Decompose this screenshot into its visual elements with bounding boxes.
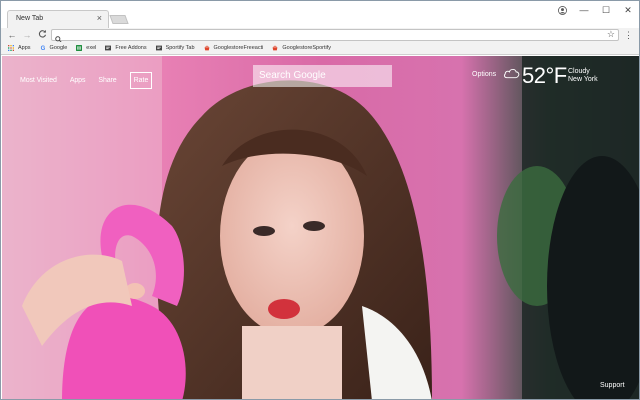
tab-new-tab[interactable]: New Tab × [7, 10, 109, 29]
bookmark-label: Sportify Tab [165, 45, 195, 51]
bookmarks-bar: Apps G Google exel Free Addons Sportify … [1, 42, 639, 55]
weather-location: New York [568, 76, 598, 83]
bookmark-label: Free Addons [115, 45, 147, 51]
bookmark-star-icon[interactable]: ☆ [607, 29, 615, 40]
bookmark-googlestore-freeacti[interactable]: GooglestoreFreeacti [204, 45, 264, 51]
bookmark-free-addons[interactable]: Free Addons [105, 45, 147, 51]
nav-apps[interactable]: Apps [70, 77, 86, 84]
store-icon [204, 45, 209, 51]
top-navigation: Most Visited Apps Share Rate [20, 72, 153, 89]
weather-temperature: 52°F [522, 63, 567, 88]
maximize-button[interactable]: ☐ [595, 1, 617, 19]
background-photo [2, 56, 639, 399]
bookmark-googlestore-sportify[interactable]: GooglestoreSportify [272, 45, 331, 51]
cloud-icon [503, 66, 520, 84]
bookmark-label: Google [49, 45, 68, 51]
bookmark-exel[interactable]: exel [76, 45, 96, 51]
options-link[interactable]: Options [472, 71, 496, 78]
new-tab-button[interactable] [109, 15, 129, 24]
title-bar: New Tab × — ☐ ✕ [1, 1, 639, 29]
weather-details: Cloudy New York [568, 68, 598, 84]
store-icon [272, 45, 278, 51]
bookmark-google[interactable]: G Google [40, 45, 68, 51]
search-placeholder: Search Google [259, 70, 326, 81]
nav-most-visited[interactable]: Most Visited [20, 77, 57, 84]
bookmark-sportify-tab[interactable]: Sportify Tab [155, 45, 195, 51]
bookmark-label: Apps [18, 45, 31, 51]
menu-icon[interactable]: ⋮ [624, 29, 633, 41]
nav-share[interactable]: Share [98, 77, 116, 84]
back-icon[interactable]: ← [6, 29, 18, 41]
browser-window: New Tab × — ☐ ✕ ← → ☆ ⋮ Apps G Google ex… [0, 0, 640, 400]
bookmark-label: exel [86, 45, 97, 51]
rate-button[interactable]: Rate [129, 72, 153, 89]
bookmark-label: GooglestoreSportify [282, 45, 331, 51]
bookmark-apps[interactable]: Apps [8, 45, 31, 51]
google-icon: G [40, 46, 45, 51]
svg-text:G: G [40, 46, 45, 51]
address-bar[interactable]: ☆ [51, 29, 619, 43]
window-controls: — ☐ ✕ [551, 1, 639, 19]
google-search-input[interactable]: Search Google [253, 65, 392, 87]
forward-icon[interactable]: → [21, 29, 33, 41]
reload-icon[interactable] [36, 29, 48, 41]
navigation-toolbar: ← → ☆ ⋮ [1, 28, 639, 43]
close-button[interactable]: ✕ [617, 1, 639, 19]
minimize-button[interactable]: — [573, 1, 595, 19]
support-link[interactable]: Support [600, 382, 625, 389]
sportify-icon [155, 45, 162, 51]
tab-title: New Tab [16, 15, 44, 22]
bookmark-label: GooglestoreFreeacti [213, 45, 264, 51]
new-tab-page: Most Visited Apps Share Rate Search Goog… [2, 56, 639, 399]
addon-icon [105, 45, 112, 51]
tab-close-icon[interactable]: × [97, 13, 102, 23]
sheets-icon [76, 45, 83, 51]
apps-grid-icon [8, 45, 14, 51]
weather-condition: Cloudy [568, 68, 590, 75]
profile-icon[interactable] [551, 1, 573, 19]
